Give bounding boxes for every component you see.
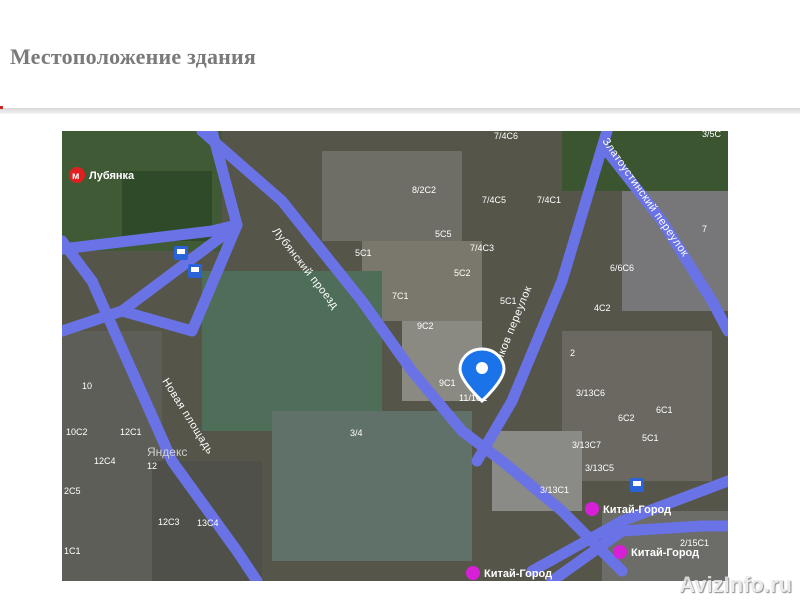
building-label: 12С3	[158, 517, 180, 527]
building-label: 12С4	[94, 456, 116, 466]
bus-stop-icon[interactable]	[630, 478, 644, 492]
building-label: 3/13С6	[576, 388, 605, 398]
metro-lubyanka[interactable]: м Лубянка	[69, 167, 135, 183]
building-label: 7С1	[392, 291, 409, 301]
building-label: 4С2	[594, 303, 611, 313]
building-label: 7/4С5	[482, 195, 506, 205]
metro-label-lubyanka: Лубянка	[89, 170, 135, 182]
building-label: 2	[570, 348, 575, 358]
bus-stop-icon[interactable]	[188, 264, 202, 278]
building-label: 6/6С6	[610, 263, 634, 273]
building-label: 5С1	[500, 296, 517, 306]
building-label: 5С5	[435, 229, 452, 239]
building-label: 12	[147, 461, 157, 471]
divider	[0, 108, 800, 114]
metro-label-kitay-gorod: Китай-Город	[603, 504, 671, 516]
metro-label-kitay-gorod: Китай-Город	[631, 547, 699, 559]
metro-label-kitay-gorod: Китай-Город	[484, 568, 552, 580]
building-label: 8/2С2	[412, 185, 436, 195]
building-label: 10С2	[66, 427, 88, 437]
building-block	[562, 331, 712, 481]
building-label: 9С2	[417, 321, 434, 331]
metro-icon	[585, 502, 599, 516]
building-block	[322, 151, 462, 241]
divider-accent	[0, 106, 3, 109]
bus-stop-icon[interactable]	[174, 246, 188, 260]
page-title: Местоположение здания	[10, 44, 257, 69]
building-label: 3/5С	[702, 131, 722, 139]
yandex-brand-label: Яндекс	[147, 445, 187, 459]
building-block-green-roof	[272, 411, 472, 561]
building-label: 2С5	[64, 486, 81, 496]
building-label: 5С1	[642, 433, 659, 443]
watermark: AvizInfo.ru	[679, 572, 792, 597]
building-label: 7/4С6	[494, 131, 518, 141]
metro-m-glyph: м	[72, 171, 79, 182]
building-label: 1С1	[64, 546, 81, 556]
building-label: 3/4	[350, 428, 363, 438]
building-label: 3/13С5	[585, 463, 614, 473]
building-label: 6С1	[656, 405, 673, 415]
building-label: 6С2	[618, 413, 635, 423]
building-label: 5С1	[355, 248, 372, 258]
building-label: 12С1	[120, 427, 142, 437]
satellite-map[interactable]: Лубянский проезд Новая площадь Лучников …	[62, 131, 728, 581]
building-label: 9С1	[439, 378, 456, 388]
building-label: 7	[702, 224, 707, 234]
metro-icon	[466, 566, 480, 580]
building-label: 7/4С3	[470, 243, 494, 253]
building-label: 10	[82, 381, 92, 391]
building-label: 3/13С1	[540, 485, 569, 495]
map-view[interactable]: Лубянский проезд Новая площадь Лучников …	[62, 131, 728, 581]
building-label: 3/13С7	[572, 440, 601, 450]
building-label: 7/4С1	[537, 195, 561, 205]
building-label: 13С4	[197, 518, 219, 528]
building-label: 5С2	[454, 268, 471, 278]
metro-icon	[613, 545, 627, 559]
